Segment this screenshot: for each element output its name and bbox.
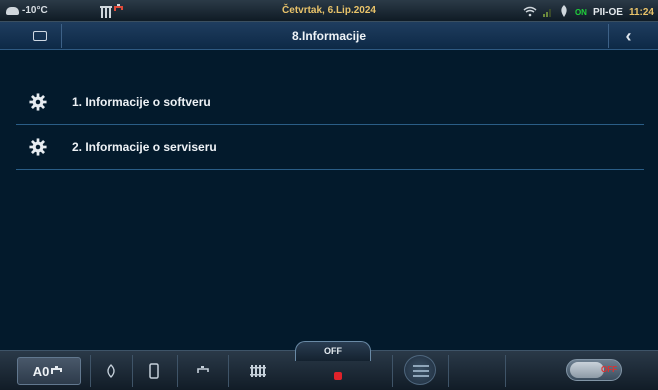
chevron-left-icon: ‹ [625, 26, 632, 46]
page-header: 8.Informacije ‹ [0, 22, 658, 50]
screen: -10°C Četvrtak, 6.Lip.2024 ON PII-OE 11:… [0, 0, 658, 390]
power-toggle[interactable]: OFF [566, 359, 622, 381]
status-on-indicator: ON [574, 8, 587, 17]
off-tab-label: OFF [324, 346, 342, 356]
pellet-icon [559, 5, 569, 20]
separator [392, 355, 393, 387]
menu-line [413, 370, 429, 372]
toggle-label: OFF [601, 365, 617, 374]
operating-mode: PII-OE [592, 7, 623, 18]
flame-button[interactable] [97, 357, 125, 385]
separator [132, 355, 133, 387]
auto-mode-button[interactable]: A0 [17, 357, 81, 385]
radiator-button[interactable] [243, 357, 273, 385]
tap-water-icon [197, 366, 209, 373]
information-menu-list: 1. Informacije o softveru 2. Informacije… [16, 80, 644, 170]
alarm-indicator [334, 372, 342, 380]
separator [505, 355, 506, 387]
flame-icon [107, 364, 115, 378]
gear-icon [16, 93, 60, 111]
boiler-icon [149, 363, 159, 379]
menu-line [413, 365, 429, 367]
separator [177, 355, 178, 387]
wifi-icon [523, 6, 537, 20]
back-button[interactable]: ‹ [608, 24, 648, 48]
tap-water-button[interactable] [190, 357, 218, 385]
radiator-icon [250, 365, 266, 377]
menu-item-service-info[interactable]: 2. Informacije o serviseru [16, 125, 644, 170]
status-bar: -10°C Četvrtak, 6.Lip.2024 ON PII-OE 11:… [0, 0, 658, 22]
tap-icon [51, 366, 63, 374]
boiler-button[interactable] [140, 357, 168, 385]
page-title: 8.Informacije [291, 29, 367, 43]
toggle-knob [570, 362, 604, 378]
separator [228, 355, 229, 387]
off-status-tab[interactable]: OFF [295, 341, 371, 361]
gear-icon [16, 138, 60, 156]
current-time: 11:24 [628, 7, 654, 18]
menu-lines-icon[interactable] [404, 355, 436, 385]
menu-item-software-info[interactable]: 1. Informacije o softveru [16, 80, 644, 125]
menu-line [413, 375, 429, 377]
signal-strength-icon [542, 7, 553, 19]
auto-mode-label: A0 [32, 363, 50, 379]
separator [90, 355, 91, 387]
separator [448, 355, 449, 387]
menu-item-label: 1. Informacije o softveru [72, 95, 211, 109]
menu-item-label: 2. Informacije o serviseru [72, 140, 217, 154]
status-indicators: ON PII-OE 11:24 [523, 5, 654, 20]
